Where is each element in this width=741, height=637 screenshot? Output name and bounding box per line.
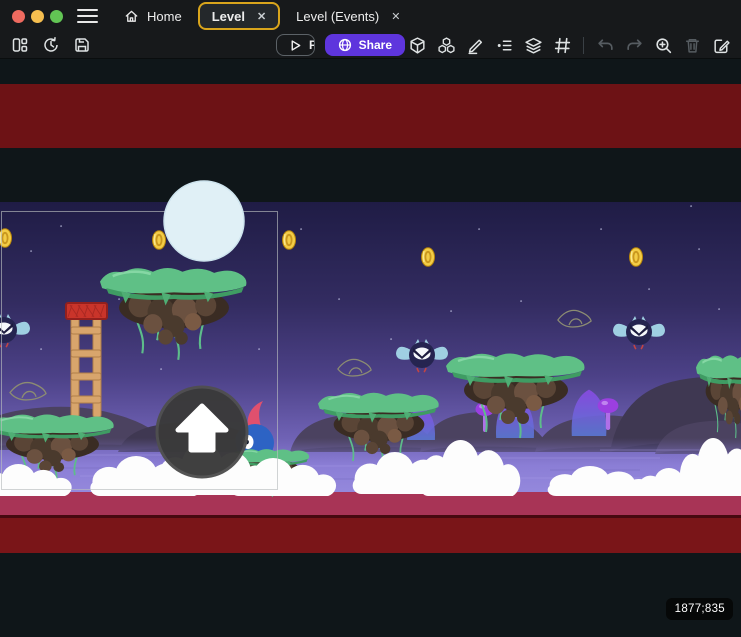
star-object — [478, 228, 480, 230]
save-icon[interactable] — [70, 34, 94, 56]
toolbar-left-group — [8, 34, 94, 56]
coin-object[interactable] — [153, 231, 166, 250]
tab-level-events-label: Level (Events) — [296, 9, 379, 24]
star-object — [40, 348, 42, 350]
trash-icon[interactable] — [680, 34, 704, 56]
preview-button[interactable]: Preview — [276, 34, 315, 56]
window-controls — [12, 10, 63, 23]
star-object — [648, 288, 650, 290]
object-groups-icon[interactable] — [434, 34, 458, 56]
star-object — [338, 298, 340, 300]
star-object — [160, 368, 162, 370]
tab-level[interactable]: Level ✕ — [198, 2, 280, 30]
toolbar: Preview Share — [0, 32, 741, 59]
star-object — [300, 228, 302, 230]
star-object — [450, 310, 452, 312]
tab-level-events[interactable]: Level (Events) ✕ — [284, 0, 412, 32]
zoom-in-icon[interactable] — [651, 34, 675, 56]
hamburger-menu-icon[interactable] — [77, 9, 98, 23]
coin-object[interactable] — [422, 248, 435, 267]
tab-level-events-close-icon[interactable]: ✕ — [391, 10, 400, 23]
tab-level-close-icon[interactable]: ✕ — [257, 10, 266, 23]
toolbar-divider — [583, 37, 584, 54]
tab-bar: Home Level ✕ Level (Events) ✕ — [112, 0, 412, 32]
globe-icon — [338, 38, 352, 52]
instances-list-icon[interactable] — [492, 34, 516, 56]
moon-object[interactable] — [164, 181, 244, 261]
tab-home[interactable]: Home — [112, 0, 194, 32]
zoom-window-button[interactable] — [50, 10, 63, 23]
star-object — [390, 338, 392, 340]
toolbar-right-group — [405, 34, 733, 56]
star-object — [600, 228, 602, 230]
home-icon — [124, 9, 139, 24]
pencil-icon[interactable] — [463, 34, 487, 56]
share-button[interactable]: Share — [325, 34, 405, 56]
preview-button-main[interactable]: Preview — [277, 35, 315, 55]
ground-divider — [0, 515, 741, 518]
redo-icon[interactable] — [622, 34, 646, 56]
grid-icon[interactable] — [550, 34, 574, 56]
coin-object[interactable] — [283, 231, 296, 250]
objects-icon[interactable] — [405, 34, 429, 56]
close-window-button[interactable] — [12, 10, 25, 23]
share-button-label: Share — [359, 38, 392, 52]
star-object — [718, 308, 720, 310]
layers-icon[interactable] — [521, 34, 545, 56]
star-object — [520, 300, 522, 302]
jump-touch-button-object[interactable] — [157, 387, 247, 477]
minimize-window-button[interactable] — [31, 10, 44, 23]
top-red-band-object[interactable] — [0, 84, 741, 148]
history-icon[interactable] — [39, 34, 63, 56]
preview-button-label: Preview — [309, 38, 315, 52]
star-object — [60, 225, 62, 227]
titlebar: Home Level ✕ Level (Events) ✕ — [0, 0, 741, 32]
star-object — [30, 250, 32, 252]
star-object — [690, 205, 692, 207]
app-window: Home Level ✕ Level (Events) ✕ — [0, 0, 741, 637]
play-icon — [289, 39, 302, 52]
star-object — [258, 348, 260, 350]
coin-object[interactable] — [630, 248, 643, 267]
bottom-red-band-object[interactable] — [0, 518, 741, 553]
cursor-coordinates-badge: 1877;835 — [666, 598, 733, 620]
undo-icon[interactable] — [593, 34, 617, 56]
star-object — [118, 298, 120, 300]
tab-level-label: Level — [212, 9, 245, 24]
star-object — [698, 248, 700, 250]
panels-icon[interactable] — [8, 34, 32, 56]
edit-scene-icon[interactable] — [709, 34, 733, 56]
tab-home-label: Home — [147, 9, 182, 24]
scene-editor-canvas[interactable]: 1877;835 — [0, 59, 741, 637]
